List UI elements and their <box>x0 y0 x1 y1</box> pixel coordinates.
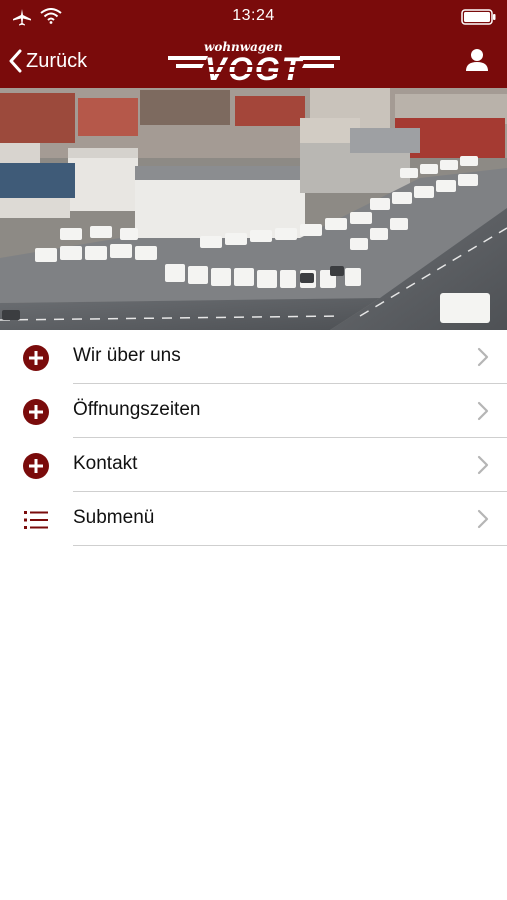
menu-item-label: Submenü <box>73 507 155 528</box>
menu-item-label: Öffnungszeiten <box>73 399 201 420</box>
dealership-aerial-photo <box>0 88 507 330</box>
status-bar: 13:24 <box>0 0 507 34</box>
back-button[interactable]: Zurück <box>8 46 87 76</box>
plus-circle-icon <box>23 345 49 371</box>
chevron-right-icon <box>477 509 489 529</box>
separator <box>73 545 507 546</box>
menu-list: Wir über uns Öffnungszeiten Kontakt Subm… <box>0 330 507 546</box>
chevron-right-icon <box>477 347 489 367</box>
plus-circle-icon <box>23 399 49 425</box>
chevron-left-icon <box>9 49 22 73</box>
menu-item-label: Kontakt <box>73 453 138 474</box>
svg-text:VOGT: VOGT <box>205 51 304 84</box>
battery-icon <box>461 9 496 25</box>
back-label: Zurück <box>26 49 88 72</box>
chevron-right-icon <box>477 401 489 421</box>
logo-mark: VOGT <box>168 51 340 84</box>
status-time: 13:24 <box>232 7 275 24</box>
menu-item-kontakt[interactable]: Kontakt <box>0 438 507 492</box>
user-icon[interactable] <box>465 48 489 72</box>
menu-item-label: Wir über uns <box>73 345 181 366</box>
menu-item-oeffnungszeiten[interactable]: Öffnungszeiten <box>0 384 507 438</box>
vogt-logo: wohnwagen VOGT <box>168 40 340 84</box>
list-icon <box>24 511 48 529</box>
menu-item-wir-ueber-uns[interactable]: Wir über uns <box>0 330 507 384</box>
nav-bar: 13:24 Zurück wohnwagen VOGT <box>0 0 507 88</box>
chevron-right-icon <box>477 455 489 475</box>
plus-circle-icon <box>23 453 49 479</box>
menu-item-submenue[interactable]: Submenü <box>0 492 507 546</box>
